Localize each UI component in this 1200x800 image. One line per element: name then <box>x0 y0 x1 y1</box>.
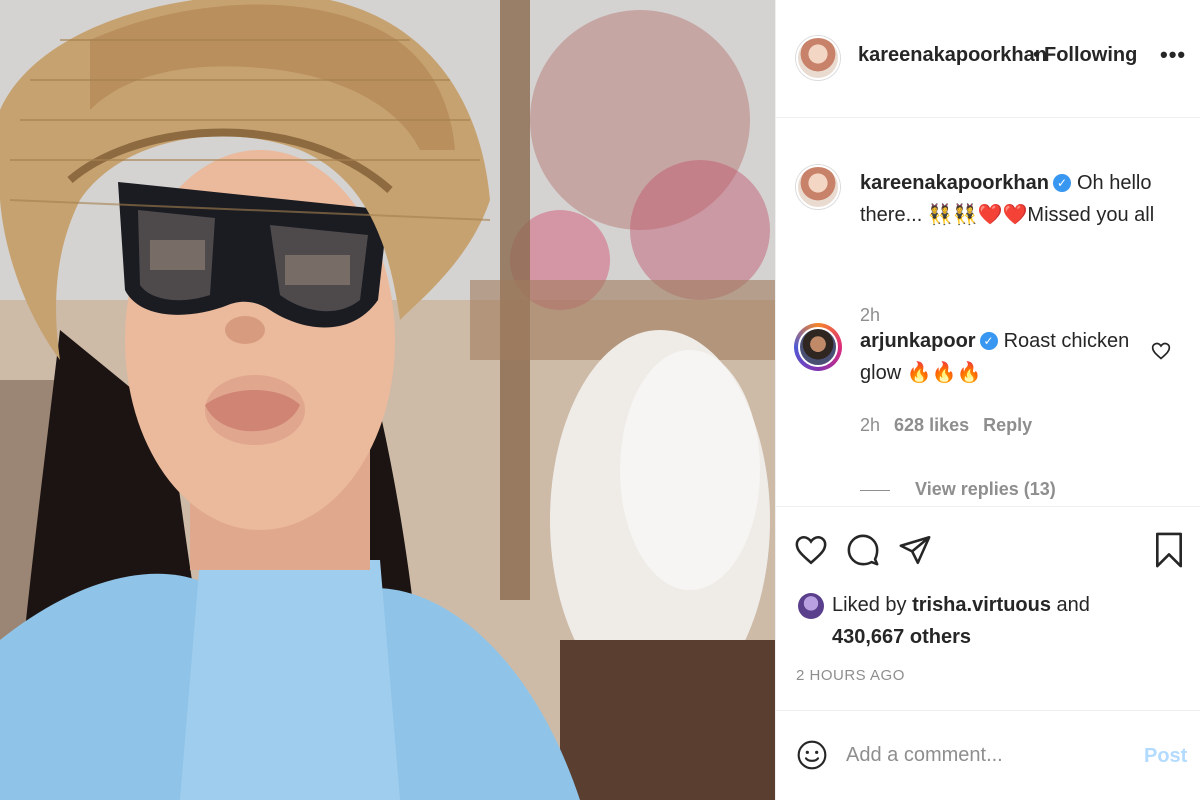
post-photo-illustration <box>0 0 775 800</box>
likes-others-count[interactable]: 430,667 others <box>832 626 971 648</box>
caption-username[interactable]: kareenakapoorkhan <box>860 172 1049 194</box>
post-actions: Liked by trisha.virtuous and 430,667 oth… <box>776 506 1200 696</box>
post-photo <box>0 0 775 800</box>
caption-avatar[interactable] <box>796 165 840 209</box>
comment-likes-count[interactable]: 628 likes <box>894 415 969 435</box>
view-replies-label: View replies (13) <box>915 479 1056 499</box>
smiley-icon[interactable] <box>796 739 828 776</box>
comment-text-block: arjunkapoor ✓ Roast chicken glow 🔥🔥🔥 <box>860 325 1160 389</box>
comment-meta: 2h 628 likes Reply <box>860 415 1046 436</box>
reply-button[interactable]: Reply <box>983 415 1032 435</box>
comments-list: kareenakapoorkhan ✓ Oh hello there... 👯👯❤️… <box>776 119 1200 505</box>
bookmark-icon[interactable] <box>1154 531 1184 574</box>
comment-icon[interactable] <box>846 533 880 572</box>
likes-text: Liked by trisha.virtuous and 430,667 oth… <box>832 589 1182 653</box>
post-side-panel: kareenakapoorkhan • Following ••• kareen… <box>775 0 1200 800</box>
liked-by-prefix: Liked by <box>832 594 907 616</box>
comment-input[interactable] <box>846 737 1126 773</box>
author-username[interactable]: kareenakapoorkhan <box>858 44 1047 67</box>
caption-meta: 2h <box>860 305 894 326</box>
view-replies-link[interactable]: View replies (13) <box>860 479 1056 500</box>
liked-by-and: and <box>1056 594 1090 616</box>
commenter-avatar[interactable] <box>794 323 842 371</box>
author-avatar[interactable] <box>796 36 840 80</box>
post-timestamp[interactable]: 2 HOURS AGO <box>796 667 905 684</box>
comment-like-heart-icon[interactable] <box>1151 341 1171 367</box>
comment-username[interactable]: arjunkapoor <box>860 330 976 352</box>
caption-time: 2h <box>860 305 881 325</box>
liker-avatar[interactable] <box>798 593 824 619</box>
heart-icon[interactable] <box>794 533 828 572</box>
comment-time: 2h <box>860 415 881 435</box>
post-comment-button[interactable]: Post <box>1144 745 1187 768</box>
verified-badge-icon: ✓ <box>1052 174 1071 192</box>
caption-text-block: kareenakapoorkhan ✓ Oh hello there... 👯👯❤️… <box>860 167 1160 231</box>
comment-composer: Post <box>776 710 1200 800</box>
verified-badge-icon: ✓ <box>979 332 998 350</box>
post-header: kareenakapoorkhan • Following ••• <box>776 0 1200 118</box>
liked-by-user[interactable]: trisha.virtuous <box>912 594 1051 616</box>
paper-plane-icon[interactable] <box>898 533 932 572</box>
more-options-button[interactable]: ••• <box>1160 42 1186 68</box>
following-button[interactable]: Following <box>1044 44 1137 67</box>
header-separator: • <box>1033 44 1041 66</box>
